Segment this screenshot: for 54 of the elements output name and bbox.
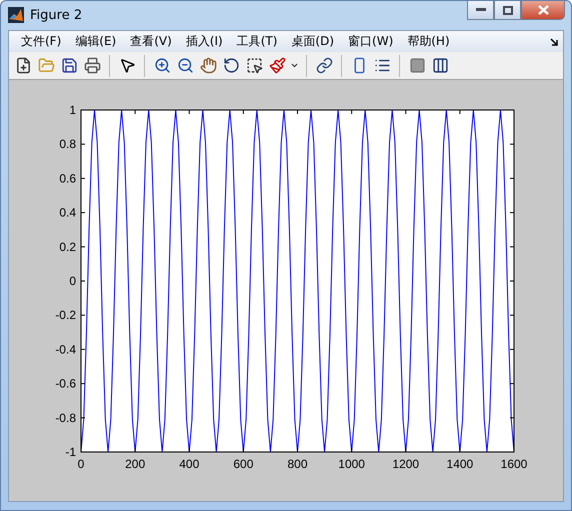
tick-label: 1 (69, 103, 76, 117)
hand-icon (200, 57, 216, 74)
zoom-in-icon (154, 57, 170, 74)
menu-item[interactable]: 编辑(E) (68, 33, 124, 50)
zoom-out-icon (176, 57, 194, 74)
link-icon (316, 57, 332, 74)
menu-item[interactable]: 插入(I) (178, 33, 230, 50)
dock-arrow-icon[interactable] (550, 38, 558, 46)
menu-item[interactable]: 桌面(D) (284, 33, 342, 50)
tick-label: -0.8 (55, 410, 76, 425)
tick-label: 600 (233, 457, 254, 471)
window-title: Figure 2 (30, 8, 84, 22)
close-icon (538, 5, 548, 15)
folder-icon (38, 57, 54, 74)
minimize-icon (476, 8, 486, 12)
data-cursor-icon (246, 57, 262, 74)
app-logo-icon (8, 7, 24, 23)
square-icon (408, 57, 426, 74)
tick-label: 0.2 (59, 240, 76, 254)
pointer-icon (118, 57, 136, 74)
caret-icon (290, 61, 299, 70)
tick-label: -0.6 (55, 376, 76, 391)
rotate-icon (222, 57, 240, 74)
tick-label: 0.4 (59, 206, 76, 220)
tick-label: -0.4 (55, 342, 76, 356)
menu-item[interactable]: 文件(F) (14, 33, 68, 50)
brush-icon (268, 57, 286, 74)
menu-item[interactable]: 窗口(W) (341, 33, 400, 50)
save-icon (60, 57, 78, 74)
tick-label: 0.8 (59, 137, 76, 152)
tick-label: 400 (179, 457, 200, 471)
menu-item[interactable]: 工具(T) (230, 33, 284, 50)
printer-icon (84, 57, 100, 74)
legend-icon (374, 57, 390, 74)
tick-label: 1600 (500, 457, 528, 471)
menu-item[interactable]: 查看(V) (123, 33, 179, 50)
tick-label: 1200 (392, 457, 420, 471)
tick-label: 0 (78, 457, 84, 471)
tick-label: -1 (65, 445, 76, 459)
tick-label: 1000 (338, 457, 365, 471)
menu-item[interactable]: 帮助(H) (400, 33, 457, 50)
tick-label: 800 (287, 457, 308, 471)
tick-label: 0.6 (59, 171, 76, 186)
maximize-button[interactable] (494, 1, 521, 20)
minimize-button[interactable] (467, 1, 494, 20)
panels-icon (432, 57, 448, 74)
tick-label: -0.2 (55, 308, 76, 322)
maximize-icon (502, 6, 512, 14)
tick-label: 0 (69, 274, 76, 288)
tick-label: 1400 (446, 457, 474, 471)
toolbar-button[interactable] (82, 54, 102, 76)
close-button[interactable] (521, 1, 565, 20)
tick-label: 200 (125, 457, 146, 471)
new-file-icon (14, 57, 32, 74)
